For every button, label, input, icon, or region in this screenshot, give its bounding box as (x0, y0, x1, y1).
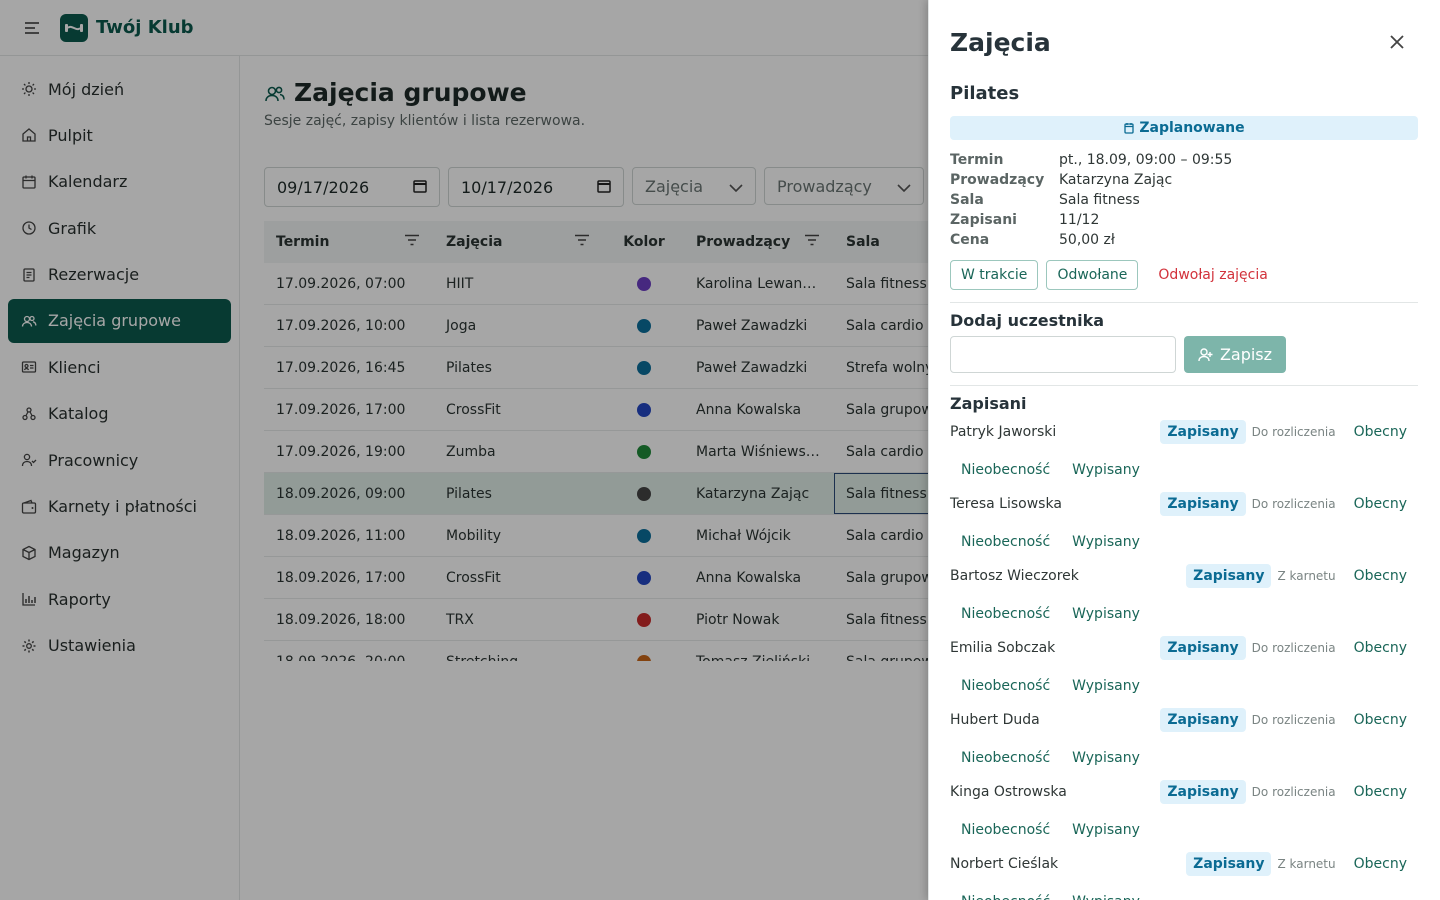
unenroll-button[interactable]: Wypisany (1061, 890, 1151, 900)
mark-present-button[interactable]: Obecny (1343, 492, 1418, 516)
detail-row: Zapisani 11/12 (950, 210, 1232, 230)
participant-item: Kinga Ostrowska Zapisany Do rozliczenia Obe… (950, 778, 1418, 850)
detail-label: Prowadzący (950, 172, 1045, 188)
detail-label: Cena (950, 232, 990, 248)
unenroll-button[interactable]: Wypisany (1061, 674, 1151, 698)
mark-present-button[interactable]: Obecny (1343, 852, 1418, 876)
enroll-button-label: Zapisz (1219, 345, 1273, 364)
enrollment-status-badge: Zapisany (1160, 708, 1246, 732)
mark-present-button[interactable]: Obecny (1343, 636, 1418, 660)
participant-item: Bartosz Wieczorek Zapisany Z karnetu Obecny… (950, 562, 1418, 634)
mark-absent-button[interactable]: Nieobecność (950, 458, 1061, 482)
participant-actions: NieobecnośćWypisany (950, 530, 1151, 554)
detail-row: Sala Sala fitness (950, 190, 1232, 210)
drawer-title: Zajęcia (950, 28, 1051, 57)
mark-absent-button[interactable]: Nieobecność (950, 818, 1061, 842)
mark-absent-button[interactable]: Nieobecność (950, 530, 1061, 554)
calendar-icon (1123, 122, 1135, 134)
billing-status: Z karnetu (1277, 569, 1336, 583)
billing-status: Do rozliczenia (1251, 425, 1336, 439)
unenroll-button[interactable]: Wypisany (1061, 746, 1151, 770)
divider (950, 302, 1418, 303)
detail-label: Sala (950, 192, 984, 208)
detail-label: Termin (950, 152, 1004, 168)
participant-status: Zapisany Do rozliczenia Obecny (1160, 636, 1418, 660)
participant-item: Emilia Sobczak Zapisany Do rozliczenia Obec… (950, 634, 1418, 706)
participant-name: Kinga Ostrowska (950, 784, 1067, 800)
mark-present-button[interactable]: Obecny (1343, 564, 1418, 588)
class-name: Pilates (950, 83, 1020, 104)
participant-item: Teresa Lisowska Zapisany Do rozliczenia Obe… (950, 490, 1418, 562)
participant-item: Hubert Duda Zapisany Do rozliczenia Obecny N… (950, 706, 1418, 778)
billing-status: Do rozliczenia (1251, 785, 1336, 799)
detail-label: Zapisani (950, 212, 1017, 228)
detail-value: Sala fitness (1059, 192, 1140, 208)
participant-actions: NieobecnośćWypisany (950, 458, 1151, 482)
participant-actions: NieobecnośćWypisany (950, 602, 1151, 626)
unenroll-button[interactable]: Wypisany (1061, 602, 1151, 626)
close-icon[interactable] (1385, 30, 1409, 54)
participant-name: Patryk Jaworski (950, 424, 1057, 440)
unenroll-button[interactable]: Wypisany (1061, 818, 1151, 842)
participant-status: Zapisany Z karnetu Obecny (1186, 564, 1418, 588)
class-details-drawer: Zajęcia Pilates Zaplanowane Termin pt., 1… (928, 0, 1440, 900)
enroll-button[interactable]: Zapisz (1184, 336, 1286, 373)
enrollment-status-badge: Zapisany (1160, 420, 1246, 444)
status-text: Zaplanowane (1139, 120, 1245, 136)
participant-actions: NieobecnośćWypisany (950, 674, 1151, 698)
participant-status: Zapisany Do rozliczenia Obecny (1160, 780, 1418, 804)
detail-value: pt., 18.09, 09:00 – 09:55 (1059, 152, 1233, 168)
enrollment-status-badge: Zapisany (1186, 852, 1272, 876)
mark-absent-button[interactable]: Nieobecność (950, 890, 1061, 900)
status-actions: W trakcie Odwołane Odwołaj zajęcia (950, 260, 1280, 290)
add-participant-title: Dodaj uczestnika (950, 311, 1105, 330)
mark-present-button[interactable]: Obecny (1343, 708, 1418, 732)
billing-status: Do rozliczenia (1251, 497, 1336, 511)
enrollment-status-badge: Zapisany (1160, 780, 1246, 804)
status-badge: Zaplanowane (950, 116, 1418, 140)
billing-status: Z karnetu (1277, 857, 1336, 871)
billing-status: Do rozliczenia (1251, 641, 1336, 655)
detail-row: Prowadzący Katarzyna Zając (950, 170, 1232, 190)
detail-value: Katarzyna Zając (1059, 172, 1173, 188)
participant-item: Norbert Cieślak Zapisany Z karnetu Obecny Ni… (950, 850, 1418, 900)
participant-name: Bartosz Wieczorek (950, 568, 1079, 584)
mark-absent-button[interactable]: Nieobecność (950, 674, 1061, 698)
participant-name: Norbert Cieślak (950, 856, 1059, 872)
mark-absent-button[interactable]: Nieobecność (950, 602, 1061, 626)
participant-actions: NieobecnośćWypisany (950, 818, 1151, 842)
class-details: Termin pt., 18.09, 09:00 – 09:55 Prowadząc… (950, 150, 1232, 250)
participants-list: Patryk Jaworski Zapisany Do rozliczenia Obe… (950, 418, 1418, 900)
cancelled-button[interactable]: Odwołane (1046, 260, 1139, 290)
unenroll-button[interactable]: Wypisany (1061, 458, 1151, 482)
enrollment-status-badge: Zapisany (1160, 492, 1246, 516)
add-user-icon (1198, 347, 1214, 363)
detail-value: 50,00 zł (1059, 232, 1115, 248)
participant-status: Zapisany Do rozliczenia Obecny (1160, 492, 1418, 516)
unenroll-button[interactable]: Wypisany (1061, 530, 1151, 554)
divider (950, 385, 1418, 386)
in-progress-button[interactable]: W trakcie (950, 260, 1039, 290)
participants-title: Zapisani (950, 394, 1027, 413)
participant-actions: NieobecnośćWypisany (950, 746, 1151, 770)
participant-status: Zapisany Do rozliczenia Obecny (1160, 420, 1418, 444)
cancel-class-button[interactable]: Odwołaj zajęcia (1146, 260, 1279, 290)
enrollment-status-badge: Zapisany (1160, 636, 1246, 660)
participant-item: Patryk Jaworski Zapisany Do rozliczenia Obe… (950, 418, 1418, 490)
participant-name: Hubert Duda (950, 712, 1040, 728)
detail-value: 11/12 (1059, 212, 1100, 228)
participant-actions: NieobecnośćWypisany (950, 890, 1151, 900)
detail-row: Termin pt., 18.09, 09:00 – 09:55 (950, 150, 1232, 170)
add-participant-input[interactable] (950, 336, 1176, 373)
enrollment-status-badge: Zapisany (1186, 564, 1272, 588)
participant-name: Emilia Sobczak (950, 640, 1056, 656)
mark-absent-button[interactable]: Nieobecność (950, 746, 1061, 770)
mark-present-button[interactable]: Obecny (1343, 420, 1418, 444)
mark-present-button[interactable]: Obecny (1343, 780, 1418, 804)
participant-status: Zapisany Do rozliczenia Obecny (1160, 708, 1418, 732)
billing-status: Do rozliczenia (1251, 713, 1336, 727)
participant-status: Zapisany Z karnetu Obecny (1186, 852, 1418, 876)
detail-row: Cena 50,00 zł (950, 230, 1232, 250)
participant-name: Teresa Lisowska (950, 496, 1062, 512)
